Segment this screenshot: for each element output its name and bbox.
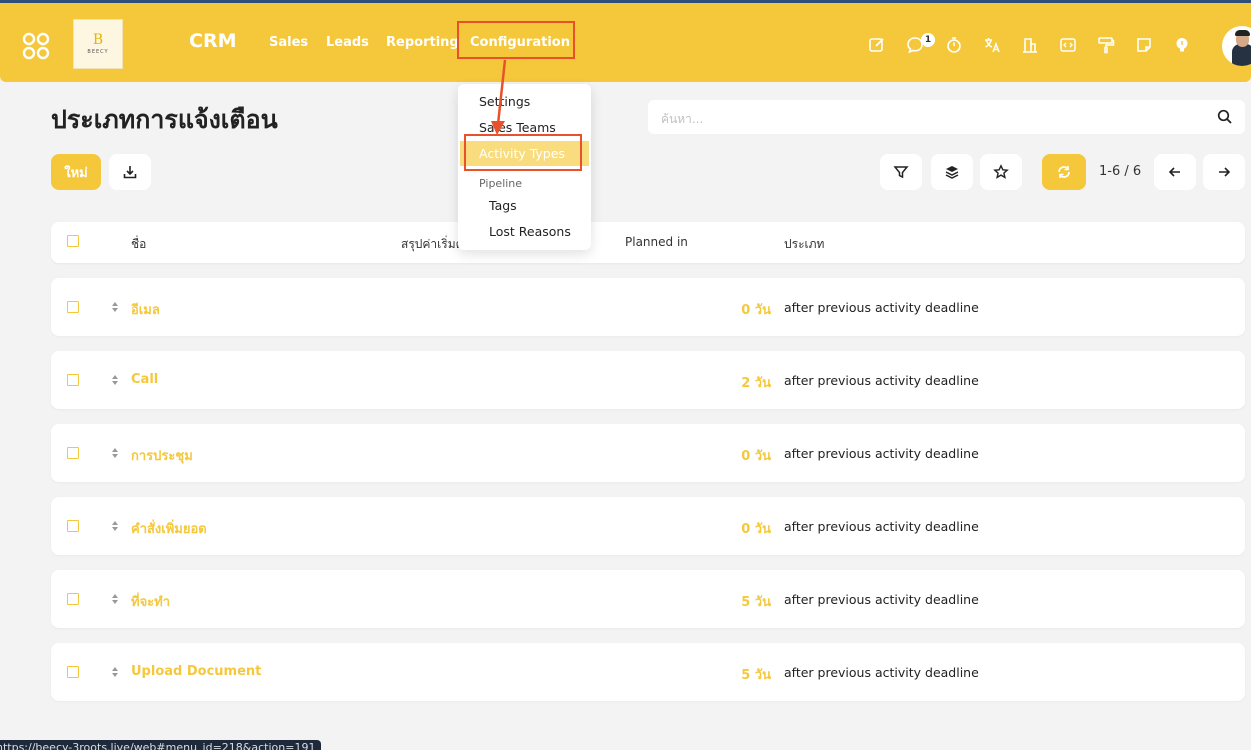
apps-grid-icon[interactable]	[22, 32, 50, 60]
page-title: ประเภทการแจ้งเตือน	[51, 105, 278, 134]
planned-in-value: 0 วัน	[741, 449, 771, 464]
planned-in-value: 5 วัน	[741, 595, 771, 610]
activity-name[interactable]: คำสั่งเพิ่มยอด	[131, 518, 207, 539]
select-all-checkbox[interactable]	[67, 235, 79, 247]
menu-item-sales-teams[interactable]: Sales Teams	[479, 120, 556, 135]
planned-in-value: 2 วัน	[741, 376, 771, 391]
table-row[interactable]: Upload Document 5 วัน after previous act…	[51, 643, 1245, 701]
planning-type: after previous activity deadline	[784, 300, 979, 315]
group-by-button[interactable]	[931, 154, 973, 190]
search-bar[interactable]: ค้นหา...	[648, 100, 1245, 134]
layers-icon	[945, 166, 959, 179]
table-row[interactable]: การประชุม 0 วัน after previous activity …	[51, 424, 1245, 482]
menu-reporting[interactable]: Reporting	[386, 35, 459, 50]
link-preview-statusbar: https://beecy-3roots.live/web#menu_id=21…	[0, 740, 321, 750]
search-icon[interactable]	[1217, 109, 1233, 125]
planned-in-value: 0 วัน	[741, 522, 771, 537]
row-checkbox[interactable]	[67, 301, 79, 313]
menu-item-settings[interactable]: Settings	[479, 94, 530, 109]
download-icon	[123, 166, 137, 179]
menu-section-pipeline: Pipeline	[479, 177, 523, 190]
planning-type: after previous activity deadline	[784, 373, 979, 388]
refresh-icon	[1058, 166, 1070, 178]
column-planned-in[interactable]: Planned in	[625, 235, 688, 249]
filter-button[interactable]	[880, 154, 922, 190]
table-row[interactable]: อีเมล 0 วัน after previous activity dead…	[51, 278, 1245, 336]
logo-text: BEECY	[87, 49, 109, 55]
planned-in-value: 5 วัน	[741, 668, 771, 683]
company-logo[interactable]: B BEECY	[73, 19, 123, 69]
paint-roller-icon[interactable]	[1097, 36, 1115, 54]
drag-handle-icon[interactable]	[110, 446, 120, 460]
drag-handle-icon[interactable]	[110, 373, 120, 387]
activity-name[interactable]: อีเมล	[131, 299, 160, 320]
drag-handle-icon[interactable]	[110, 519, 120, 533]
search-input[interactable]: ค้นหา...	[661, 110, 703, 129]
row-checkbox[interactable]	[67, 666, 79, 678]
arrow-left-icon	[1168, 167, 1180, 177]
link-preview-url: https://beecy-3roots.live/web#menu_id=21…	[0, 741, 316, 750]
row-checkbox[interactable]	[67, 593, 79, 605]
row-checkbox[interactable]	[67, 374, 79, 386]
activity-types-highlight-box	[464, 134, 582, 171]
planning-type: after previous activity deadline	[784, 592, 979, 607]
column-name[interactable]: ชื่อ	[131, 235, 146, 254]
drag-handle-icon[interactable]	[110, 300, 120, 314]
note-icon[interactable]	[1135, 36, 1153, 54]
activity-name[interactable]: Upload Document	[131, 664, 261, 679]
new-button[interactable]: ใหม่	[51, 154, 101, 190]
menu-item-lost-reasons[interactable]: Lost Reasons	[489, 224, 571, 239]
column-type[interactable]: ประเภท	[784, 235, 824, 254]
activity-name[interactable]: Call	[131, 372, 158, 387]
filter-icon	[893, 166, 909, 179]
favorites-button[interactable]	[980, 154, 1022, 190]
building-icon[interactable]	[1021, 36, 1039, 54]
code-icon[interactable]	[1059, 36, 1077, 54]
planning-type: after previous activity deadline	[784, 519, 979, 534]
drag-handle-icon[interactable]	[110, 665, 120, 679]
table-row[interactable]: คำสั่งเพิ่มยอด 0 วัน after previous acti…	[51, 497, 1245, 555]
app-name[interactable]: CRM	[189, 30, 236, 52]
drag-handle-icon[interactable]	[110, 592, 120, 606]
star-icon	[993, 164, 1009, 179]
logo-mark: B	[92, 32, 104, 48]
activity-name[interactable]: ที่จะทำ	[131, 591, 170, 612]
activity-name[interactable]: การประชุม	[131, 445, 193, 466]
pager-value[interactable]: 1-6 / 6	[1099, 164, 1141, 179]
edit-icon[interactable]	[868, 36, 886, 54]
export-button[interactable]	[109, 154, 151, 190]
chat-badge: 1	[921, 33, 935, 47]
lightbulb-icon[interactable]	[1173, 36, 1191, 54]
row-checkbox[interactable]	[67, 520, 79, 532]
translate-icon[interactable]	[983, 36, 1001, 54]
timer-icon[interactable]	[945, 36, 963, 54]
next-page-button[interactable]	[1203, 154, 1245, 190]
menu-item-tags[interactable]: Tags	[489, 198, 517, 213]
menu-sales[interactable]: Sales	[269, 35, 308, 50]
table-row[interactable]: Call 2 วัน after previous activity deadl…	[51, 351, 1245, 409]
table-row[interactable]: ที่จะทำ 5 วัน after previous activity de…	[51, 570, 1245, 628]
top-navbar: B BEECY CRM Sales Leads Reporting Config…	[0, 3, 1251, 82]
table-header: ชื่อ สรุปค่าเริ่มต้น Planned in ประเภท	[51, 222, 1245, 263]
menu-leads[interactable]: Leads	[326, 35, 369, 50]
configuration-highlight-box	[457, 21, 575, 59]
previous-page-button[interactable]	[1154, 154, 1196, 190]
arrow-right-icon	[1219, 167, 1231, 177]
planned-in-value: 0 วัน	[741, 303, 771, 318]
row-checkbox[interactable]	[67, 447, 79, 459]
planning-type: after previous activity deadline	[784, 446, 979, 461]
planning-type: after previous activity deadline	[784, 665, 979, 680]
user-avatar[interactable]	[1222, 26, 1251, 66]
refresh-button[interactable]	[1042, 154, 1086, 190]
